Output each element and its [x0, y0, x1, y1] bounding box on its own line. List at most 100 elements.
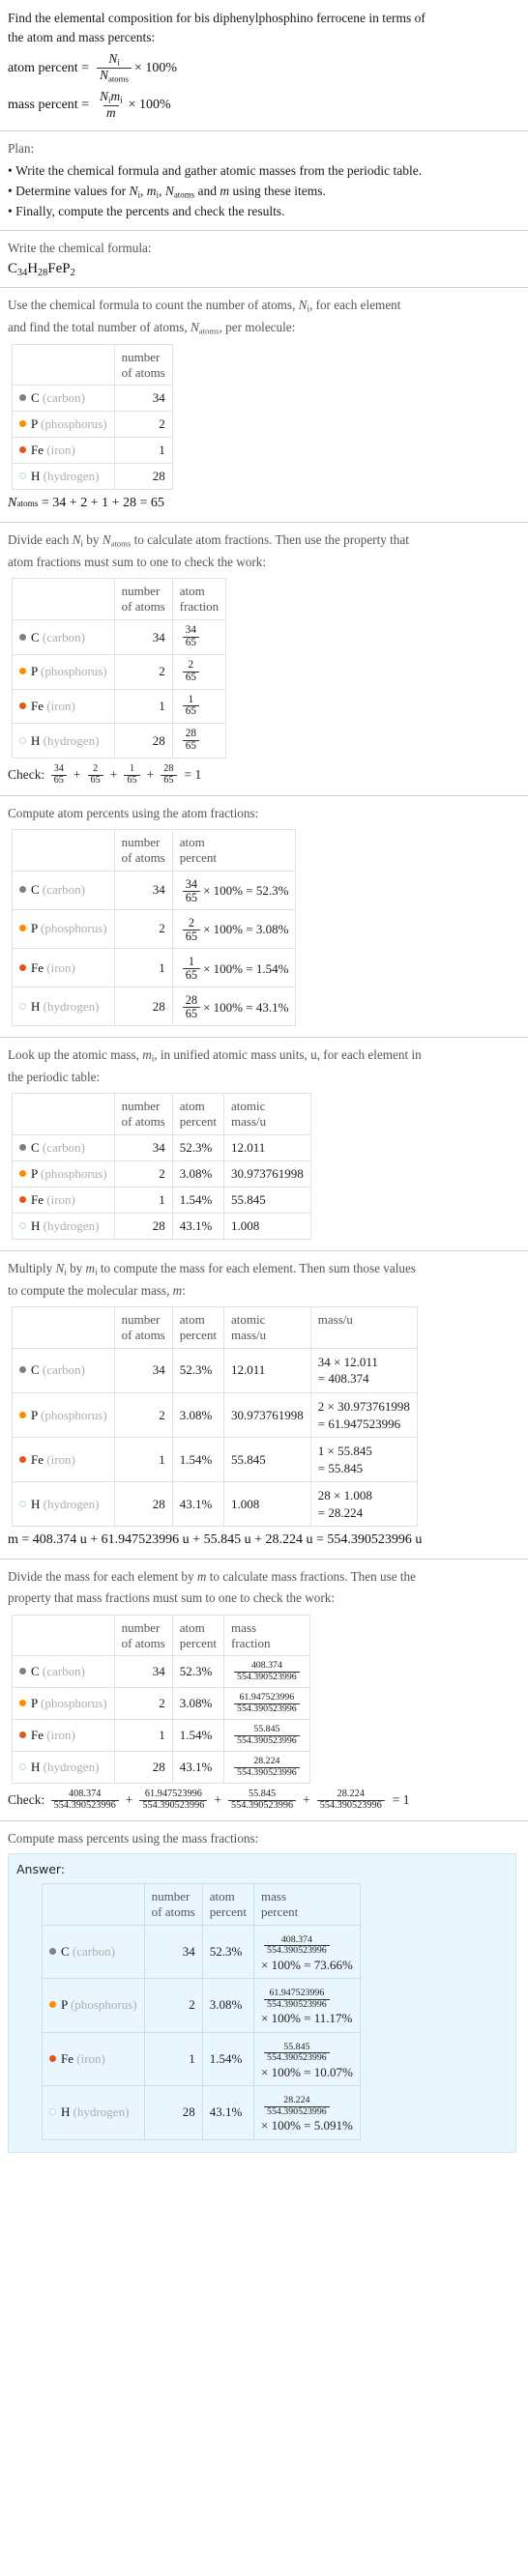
- atom-percent-phosphorus: 3.08%: [201, 1978, 255, 2033]
- atom-percent-label: atom percent =: [8, 60, 90, 75]
- mass-percent-numerator-m: m: [110, 88, 121, 103]
- mass-percent-numerator-m-sub: i: [120, 95, 123, 105]
- atomic-mass-prompt-line-2: the periodic table:: [8, 1070, 101, 1085]
- atom-fraction-table: number of atoms atom fraction C (carbon) 3…: [12, 578, 227, 758]
- iron-color-dot: [19, 701, 26, 709]
- atom-percent-hydrogen: 28 65 × 100% = 43.1%: [171, 987, 297, 1027]
- header-number-of-atoms: number of atoms: [113, 578, 173, 621]
- chemical-formula: C34H28FeP2: [8, 261, 520, 278]
- element-cell-hydrogen: H (hydrogen): [12, 1481, 115, 1528]
- element-cell-iron: Fe (iron): [12, 1187, 115, 1215]
- molecular-mass-line: m = 408.374 u + 61.947523996 u + 55.845 …: [8, 1532, 520, 1548]
- element-cell-hydrogen: H (hydrogen): [12, 723, 115, 758]
- table-row: Fe (iron) 1 1.54% 55.845 554.390523996: [12, 1719, 310, 1753]
- count-carbon: 34: [113, 1655, 173, 1689]
- fraction-iron: 1 65: [171, 688, 227, 725]
- atom-percent-iron: 1.54%: [201, 2031, 255, 2087]
- atomic-mass-carbon: 12.011: [223, 1134, 311, 1162]
- atom-percent-carbon: 52.3%: [171, 1347, 225, 1393]
- table-row: H (hydrogen) 28 43.1% 28.224 554.39052399…: [12, 1751, 310, 1785]
- mass-percent-label: mass percent =: [8, 97, 90, 112]
- element-name: (phosphorus): [41, 416, 107, 432]
- count-phosphorus: 2: [113, 1687, 173, 1721]
- table-row: P (phosphorus) 2 2 65 × 100% = 3.08%: [12, 908, 297, 949]
- atom-percent-iron: 1.54%: [171, 1187, 225, 1215]
- fraction-hydrogen: 28 65: [171, 723, 227, 758]
- fraction-prompt-line-1: Divide each Ni by Natoms to calculate at…: [8, 532, 409, 549]
- mass-carbon: 34 × 12.011 = 408.374: [309, 1347, 418, 1393]
- atom-percent-iron: 1 65 × 100% = 1.54%: [171, 947, 297, 988]
- header-blank: [12, 1093, 115, 1136]
- element-name: (iron): [46, 443, 75, 458]
- header-number-of-atoms: number of atoms: [113, 828, 173, 872]
- count-phosphorus: 2: [143, 1978, 203, 2033]
- table-row: P (phosphorus) 2 3.08% 61.947523996 554.3…: [12, 1687, 310, 1721]
- count-iron: 1: [113, 688, 173, 725]
- element-cell-phosphorus: P (phosphorus): [12, 1391, 115, 1439]
- element-cell-carbon: C (carbon): [12, 870, 115, 910]
- question-section: Find the elemental composition for bis d…: [0, 0, 528, 130]
- mass-percent-carbon: 408.374 554.390523996 × 100% = 73.66%: [253, 1924, 361, 1980]
- mass-fraction-section: Divide the mass for each element by m to…: [0, 1560, 528, 1820]
- header-mass: mass/u: [309, 1306, 418, 1349]
- molecular-mass-expression: m = 408.374 u + 61.947523996 u + 55.845 …: [8, 1532, 423, 1548]
- atom-percent-section: Compute atom percents using the atom fra…: [0, 796, 528, 1038]
- chemical-formula-section: Write the chemical formula: C34H28FeP2: [0, 231, 528, 287]
- element-cell-phosphorus: P (phosphorus): [12, 908, 115, 949]
- phosphorus-color-dot: [19, 925, 26, 932]
- element-cell-hydrogen: H (hydrogen): [12, 987, 115, 1027]
- mass-percent-numerator-n: N: [100, 88, 108, 103]
- atomic-mass-section: Look up the atomic mass, mi, in unified …: [0, 1038, 528, 1250]
- count-carbon: 34: [113, 385, 173, 413]
- mass-phosphorus: 2 × 30.973761998 = 61.947523996: [309, 1391, 418, 1439]
- phosphorus-color-dot: [19, 1411, 26, 1418]
- atom-percent-formula: atom percent = Ni Natoms × 100%: [8, 52, 520, 84]
- mass-table: number of atoms atom percent atomic mass/u …: [12, 1306, 418, 1528]
- table-row: Fe (iron) 1: [12, 437, 173, 465]
- count-iron: 1: [113, 1719, 173, 1753]
- element-cell-phosphorus: P (phosphorus): [12, 653, 115, 690]
- mass-iron: 1 × 55.845 = 55.845: [309, 1437, 418, 1483]
- carbon-color-dot: [19, 886, 26, 894]
- fraction-carbon: 34 65: [171, 619, 227, 655]
- atom-percent-numerator-sub: i: [117, 57, 120, 68]
- table-row: Fe (iron) 1 1 65 × 100% = 1.54%: [12, 947, 297, 988]
- count-carbon: 34: [113, 619, 173, 655]
- iron-color-dot: [19, 1455, 26, 1463]
- table-row: P (phosphorus) 2 3.08% 61.947523996 554.3…: [42, 1978, 361, 2033]
- header-blank: [12, 1614, 115, 1657]
- phosphorus-color-dot: [19, 1170, 26, 1178]
- header-blank: [12, 1306, 115, 1349]
- table-row: H (hydrogen) 28 43.1% 28.224 554.39052399…: [42, 2085, 361, 2140]
- count-phosphorus: 2: [113, 908, 173, 949]
- iron-color-dot: [19, 963, 26, 971]
- table-row: H (hydrogen) 28 43.1% 1.008: [12, 1213, 311, 1241]
- table-row: C (carbon) 34 52.3% 408.374 554.390523996…: [42, 1924, 361, 1980]
- formula-symbol-c: C: [8, 261, 18, 277]
- atomic-mass-iron: 55.845: [223, 1187, 311, 1215]
- count-hydrogen: 28: [113, 463, 173, 491]
- atom-percent-carbon: 34 65 × 100% = 52.3%: [171, 870, 297, 910]
- table-row: P (phosphorus) 2 2 65: [12, 653, 227, 690]
- table-row: H (hydrogen) 28: [12, 463, 173, 491]
- check-label: Check:: [8, 1792, 45, 1808]
- atomic-mass-phosphorus: 30.973761998: [223, 1391, 311, 1439]
- count-prompt-line-1: Use the chemical formula to count the nu…: [8, 298, 401, 314]
- atom-percent-table: number of atoms atom percent C (carbon) 34…: [12, 828, 297, 1027]
- count-iron: 1: [143, 2031, 203, 2087]
- table-row: H (hydrogen) 28 28 65: [12, 723, 227, 758]
- element-cell-carbon: C (carbon): [12, 619, 115, 655]
- element-symbol: H: [31, 469, 41, 484]
- atom-percent-hydrogen: 43.1%: [171, 1481, 225, 1528]
- mass-percent-tail: × 100%: [128, 97, 171, 112]
- atom-fraction-check-line: Check: 34 65 + 2 65 + 1 65 + 28 65 = 1: [8, 762, 202, 786]
- mass-percent-denominator: m: [106, 105, 116, 121]
- header-number-of-atoms: number of atoms: [143, 1883, 203, 1926]
- hydrogen-color-dot: [19, 1763, 26, 1771]
- hydrogen-color-dot: [19, 736, 26, 744]
- element-symbol: P: [31, 416, 38, 432]
- element-name: (hydrogen): [43, 469, 100, 484]
- mass-percent-phosphorus: 61.947523996 554.390523996 × 100% = 11.17%: [253, 1978, 361, 2033]
- fraction-phosphorus: 2 65: [171, 653, 227, 690]
- header-blank: [12, 343, 115, 386]
